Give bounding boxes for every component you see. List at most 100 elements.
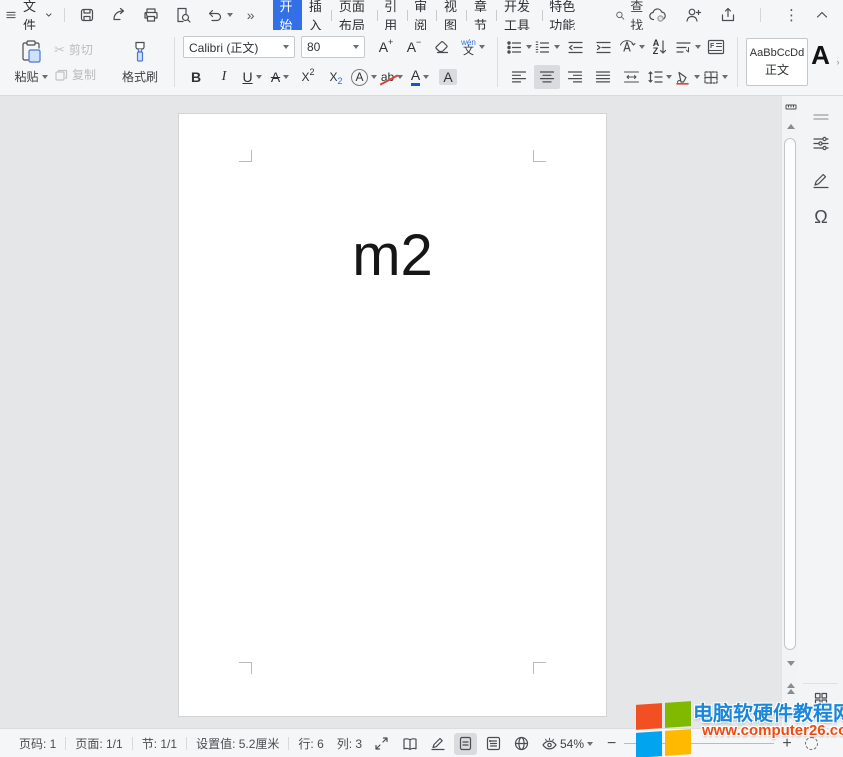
- style-next-card-partial[interactable]: A: [808, 38, 833, 86]
- sort-button[interactable]: AZ: [647, 35, 673, 59]
- book-icon: [402, 737, 418, 751]
- caret-down-icon: [371, 75, 377, 79]
- caret-down-icon: [695, 45, 701, 49]
- document-text[interactable]: m2: [179, 222, 606, 289]
- qat-more-button[interactable]: »: [247, 7, 255, 23]
- page-number-status[interactable]: 页码: 1: [10, 735, 65, 752]
- bullet-list-button[interactable]: [506, 35, 532, 59]
- document-page[interactable]: m2: [178, 113, 607, 717]
- superscript-button[interactable]: X2: [295, 65, 321, 89]
- quick-access-toolbar: »: [78, 6, 255, 24]
- format-painter-label: 格式刷: [122, 68, 158, 85]
- scroll-up-button[interactable]: [782, 124, 799, 129]
- eye-protection-button[interactable]: [538, 733, 561, 755]
- subscript-button[interactable]: X2: [323, 65, 349, 89]
- divider: [497, 37, 498, 87]
- zoom-level-select[interactable]: 54%: [560, 737, 593, 751]
- justify-button[interactable]: [590, 65, 616, 89]
- grow-font-button[interactable]: A+: [373, 35, 399, 59]
- distribute-button[interactable]: [618, 65, 644, 89]
- shading-button[interactable]: [674, 65, 700, 89]
- read-view-button[interactable]: [398, 733, 421, 755]
- scrollbar-thumb[interactable]: [784, 138, 796, 650]
- decrease-indent-button[interactable]: [562, 35, 588, 59]
- align-right-icon: [567, 70, 583, 84]
- ruler-toggle-button[interactable]: [782, 102, 799, 112]
- task-window-button[interactable]: [810, 688, 832, 710]
- four-squares-icon: [813, 691, 829, 707]
- pinyin-guide-button[interactable]: wén 文: [457, 35, 489, 59]
- write-mode-button[interactable]: [426, 733, 449, 755]
- symbol-pane-button[interactable]: Ω: [810, 206, 832, 228]
- align-right-button[interactable]: [562, 65, 588, 89]
- undo-button[interactable]: [206, 6, 233, 24]
- ink-pane-button[interactable]: [810, 170, 832, 192]
- collapse-ribbon-icon[interactable]: [815, 9, 829, 21]
- cut-button[interactable]: ✂ 剪切: [54, 41, 114, 58]
- triangle-up-icon: [787, 683, 795, 688]
- zoom-out-button[interactable]: −: [607, 735, 616, 753]
- font-name-select[interactable]: Calibri (正文): [183, 36, 295, 58]
- char-shading-button[interactable]: A: [435, 65, 461, 89]
- page-count-status[interactable]: 页面: 1/1: [66, 735, 131, 752]
- format-painter-icon: [128, 39, 152, 65]
- more-options-button[interactable]: ⋮: [784, 6, 799, 24]
- style-gallery-scroll[interactable]: ›: [833, 38, 843, 86]
- outline-view-button[interactable]: [482, 733, 505, 755]
- properties-pane-button[interactable]: [810, 132, 832, 154]
- borders-button[interactable]: [702, 65, 728, 89]
- strikethrough-button[interactable]: A: [267, 65, 293, 89]
- paste-button[interactable]: 粘贴: [8, 33, 54, 91]
- style-normal-card[interactable]: AaBbCcDd 正文: [746, 38, 808, 86]
- format-painter-button[interactable]: 格式刷: [114, 33, 166, 91]
- setting-value-status[interactable]: 设置值: 5.2厘米: [187, 735, 288, 752]
- font-color-button[interactable]: A: [407, 65, 433, 89]
- drop-cap-button[interactable]: F: [703, 35, 729, 59]
- zoom-in-button[interactable]: +: [782, 735, 791, 753]
- show-marks-button[interactable]: [675, 35, 701, 59]
- align-center-button[interactable]: [534, 65, 560, 89]
- shrink-font-button[interactable]: A−: [401, 35, 427, 59]
- fit-page-button[interactable]: [805, 737, 818, 750]
- column-status[interactable]: 列: 3: [328, 735, 371, 752]
- export-icon[interactable]: [110, 6, 128, 24]
- task-pane-strip: Ω: [798, 96, 843, 728]
- cloud-sync-icon[interactable]: [648, 6, 668, 24]
- copy-button[interactable]: 复制: [54, 66, 114, 83]
- italic-button[interactable]: I: [211, 65, 237, 89]
- invite-user-icon[interactable]: [684, 6, 703, 24]
- font-size-select[interactable]: 80: [301, 36, 365, 58]
- line-spacing-button[interactable]: [646, 65, 672, 89]
- find-button[interactable]: 查找: [615, 0, 648, 34]
- section-status[interactable]: 节: 1/1: [133, 735, 186, 752]
- underline-button[interactable]: U: [239, 65, 265, 89]
- text-direction-button[interactable]: [618, 35, 645, 59]
- bullet-list-icon: [506, 40, 523, 55]
- print-icon[interactable]: [142, 6, 160, 24]
- print-preview-icon[interactable]: [174, 6, 192, 24]
- main-menu-button[interactable]: 文件: [0, 3, 57, 27]
- numbered-list-button[interactable]: [534, 35, 560, 59]
- fullscreen-view-button[interactable]: [370, 733, 393, 755]
- zoom-slider[interactable]: [624, 743, 774, 744]
- justify-icon: [595, 70, 611, 84]
- strikethrough-glyph: A: [271, 69, 280, 85]
- align-left-button[interactable]: [506, 65, 532, 89]
- save-icon[interactable]: [78, 6, 96, 24]
- scroll-down-button[interactable]: [782, 661, 799, 666]
- underline-glyph: U: [242, 69, 252, 85]
- clear-format-button[interactable]: [429, 35, 455, 59]
- page-view-button[interactable]: [454, 733, 477, 755]
- vertical-scrollbar[interactable]: [781, 96, 798, 728]
- share-icon[interactable]: [719, 6, 737, 24]
- previous-page-button[interactable]: [782, 683, 799, 694]
- line-status[interactable]: 行: 6: [289, 735, 327, 752]
- text-effects-button[interactable]: A: [351, 65, 377, 89]
- web-view-button[interactable]: [510, 733, 533, 755]
- caret-down-icon: [423, 75, 429, 79]
- increase-indent-button[interactable]: [590, 35, 616, 59]
- highlight-button[interactable]: ab: [379, 65, 405, 89]
- bold-button[interactable]: B: [183, 65, 209, 89]
- select-browse-object-button[interactable]: [782, 709, 799, 716]
- panel-handle-button[interactable]: [810, 106, 832, 128]
